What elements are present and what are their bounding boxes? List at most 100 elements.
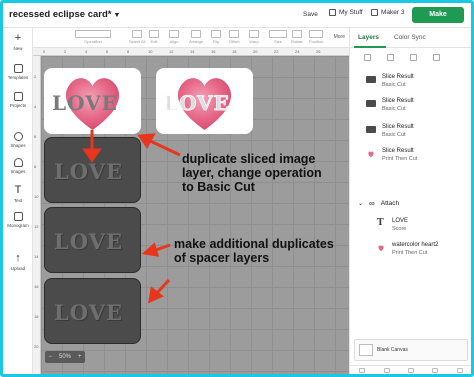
ruler-tick-label: 20 xyxy=(34,344,39,349)
align-button[interactable]: Align xyxy=(169,30,179,44)
ruler-tick-label: 10 xyxy=(148,49,153,54)
ruler-tick-label: 2 xyxy=(64,49,67,54)
nav-shapes[interactable]: Shapes xyxy=(3,132,33,148)
flip-button[interactable]: Flip xyxy=(211,30,221,44)
select-all-icon xyxy=(132,30,143,38)
slice-icon[interactable] xyxy=(359,367,366,373)
flatten-icon[interactable] xyxy=(432,367,439,373)
top-bar: recessed eclipse card* ▼ Save My Stuff Ma… xyxy=(3,3,471,28)
tab-color-sync[interactable]: Color Sync xyxy=(394,34,426,41)
layer-row[interactable]: Slice Result Basic Cut xyxy=(364,122,468,144)
rotate-box xyxy=(291,30,302,38)
combine-icon[interactable] xyxy=(383,367,390,373)
layer-spacer-1[interactable]: LOVE xyxy=(44,137,141,203)
ruler-tick-label: 10 xyxy=(34,194,39,199)
plus-icon: + xyxy=(14,32,22,44)
layer-row[interactable]: Slice Result Basic Cut xyxy=(364,96,468,118)
layer-spacer-2[interactable]: LOVE xyxy=(44,207,141,273)
nav-new[interactable]: + New xyxy=(3,32,33,52)
annotation-duplicate: duplicate sliced image layer, change ope… xyxy=(182,152,322,194)
shirt-icon xyxy=(13,64,23,73)
layer-card-sliced[interactable]: LOVE xyxy=(156,68,253,134)
select-all-button[interactable]: Select All xyxy=(129,30,145,44)
save-button[interactable]: Save xyxy=(303,11,318,18)
love-text: LOVE xyxy=(54,229,123,254)
zoom-control[interactable]: −50% + xyxy=(45,351,85,363)
rotate-field[interactable]: Rotate xyxy=(291,30,303,44)
nav-text[interactable]: T Text xyxy=(3,184,33,204)
canvas-swatch xyxy=(359,344,373,356)
ruler-tick-label: 14 xyxy=(34,254,39,259)
text-icon: T xyxy=(14,184,22,196)
project-title[interactable]: recessed eclipse card* ▼ xyxy=(9,9,120,20)
ruler-top: 0 2 4 6 8 10 12 14 16 18 20 22 24 26 xyxy=(33,48,349,56)
layer-row[interactable]: watercolor heart2 Print Then Cut xyxy=(374,240,470,262)
text-icon: T xyxy=(377,218,384,228)
attach-icon[interactable] xyxy=(407,367,414,373)
attach-icon: ∞ xyxy=(369,199,375,208)
tab-layers[interactable]: Layers xyxy=(358,34,379,41)
more-button[interactable]: More xyxy=(334,34,345,40)
machine-icon xyxy=(371,9,378,16)
offset-button[interactable]: Offset xyxy=(229,30,240,44)
layer-thumb-icon xyxy=(366,100,376,107)
layer-row[interactable]: Slice Result Print Then Cut xyxy=(364,146,468,168)
chevron-down-icon: ▼ xyxy=(113,12,121,19)
ruler-tick-label: 22 xyxy=(274,49,279,54)
operation-field xyxy=(75,30,111,38)
machine-selector[interactable]: Maker 3 xyxy=(371,9,404,16)
layer-spacer-3[interactable]: LOVE xyxy=(44,278,141,344)
edit-icon xyxy=(149,30,159,38)
contour-icon[interactable] xyxy=(456,367,463,373)
arrange-button[interactable]: Arrange xyxy=(189,30,203,44)
nav-upload[interactable]: ↑ Upload xyxy=(3,253,33,272)
nav-monogram[interactable]: Monogram xyxy=(3,212,33,228)
ruler-tick-label: 14 xyxy=(190,49,195,54)
group-icon[interactable] xyxy=(364,54,371,61)
offset-icon xyxy=(229,30,240,38)
size-box xyxy=(269,30,287,38)
delete-icon[interactable] xyxy=(433,54,440,61)
ruler-tick-label: 4 xyxy=(85,49,88,54)
size-field[interactable]: Size xyxy=(269,30,287,44)
edit-button[interactable]: Edit xyxy=(149,30,159,44)
love-sliced-text: LOVE xyxy=(164,91,230,116)
annotation-spacers: make additional duplicates of spacer lay… xyxy=(174,237,334,265)
duplicate-icon[interactable] xyxy=(410,54,417,61)
heart-icon xyxy=(368,151,374,158)
operation-dropdown[interactable]: Operation xyxy=(73,30,113,44)
monogram-icon xyxy=(13,212,23,221)
chevron-down-icon[interactable]: ⌄ xyxy=(358,200,363,207)
app-window: recessed eclipse card* ▼ Save My Stuff Ma… xyxy=(0,0,474,377)
ungroup-icon[interactable] xyxy=(387,54,394,61)
love-text: LOVE xyxy=(54,300,123,325)
left-nav: + New Templates Projects Shapes Images TT… xyxy=(3,28,33,374)
warp-button[interactable]: Warp xyxy=(249,30,259,44)
nav-images[interactable]: Images xyxy=(3,158,33,174)
panel-bottom-actions xyxy=(350,365,471,374)
edit-toolbar: Operation Select All Edit Align Arrange … xyxy=(33,28,349,48)
ruler-tick-label: 20 xyxy=(253,49,258,54)
zoom-level: 50% xyxy=(58,354,71,360)
ruler-tick-label: 2 xyxy=(34,74,37,79)
design-canvas[interactable]: 0 2 4 6 8 10 12 14 16 18 20 22 24 26 2 4 6 8 10 12 14 16 18 20… xyxy=(33,48,349,374)
zoom-out-icon[interactable]: − xyxy=(48,354,52,360)
position-field[interactable]: Position xyxy=(309,30,323,44)
ruler-tick-label: 6 xyxy=(106,49,109,54)
layer-row[interactable]: Slice Result Basic Cut xyxy=(364,72,468,94)
my-stuff-button[interactable]: My Stuff xyxy=(329,9,363,16)
make-button[interactable]: Make xyxy=(412,7,464,23)
layers-panel: Layers Color Sync Slice Result Basic Cut… xyxy=(349,28,471,374)
ruler-tick-label: 8 xyxy=(127,49,130,54)
blank-canvas-row[interactable]: Blank Canvas xyxy=(354,339,468,361)
layer-card-love-heart[interactable]: LOVE xyxy=(44,68,141,134)
layer-row[interactable]: T LOVE Score xyxy=(374,216,470,238)
ruler-left: 2 4 6 8 10 12 14 16 18 20 xyxy=(33,56,41,374)
heart-icon xyxy=(378,245,384,252)
warp-icon xyxy=(249,30,259,38)
nav-templates[interactable]: Templates xyxy=(3,64,33,80)
attach-group[interactable]: ⌄ ∞ Attach xyxy=(358,199,399,208)
zoom-in-icon[interactable]: + xyxy=(78,354,82,360)
nav-projects[interactable]: Projects xyxy=(3,92,33,108)
ruler-tick-label: 6 xyxy=(34,134,37,139)
